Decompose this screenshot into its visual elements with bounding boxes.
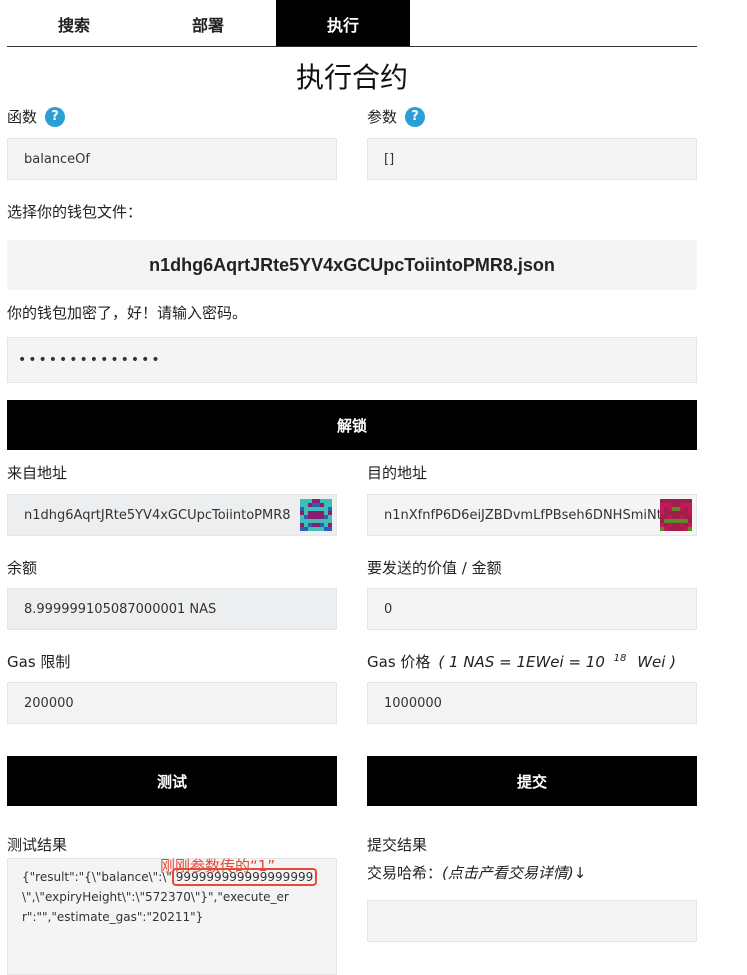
submit-button[interactable]: 提交 [367,756,697,806]
gas-limit-label: Gas 限制 [7,653,71,671]
gas-price-input[interactable]: 1000000 [367,682,697,724]
gas-price-hint: ( 1 NAS = 1EWei = 10 18 Wei ) [438,653,676,671]
to-identicon [660,499,692,531]
tx-hash-label: 交易哈希： [367,864,443,882]
help-icon[interactable]: ? [405,106,426,127]
to-address-input[interactable]: n1nXfnfP6D6eiJZBDvmLfPBseh6DNHSmiNt [367,494,697,536]
wallet-encrypted-message: 你的钱包加密了，好！请输入密码。 [7,304,248,322]
params-label-text: 参数 [367,108,398,126]
gas-limit-input[interactable]: 200000 [7,682,337,724]
test-button[interactable]: 测试 [7,756,337,806]
amount-label: 要发送的价值 / 金额 [367,559,502,577]
tx-hash-output [367,900,697,942]
tx-hash-link[interactable]: (点击产看交易详情)↓ [442,862,586,883]
tab-deploy[interactable]: 部署 [141,0,275,47]
gas-price-label: Gas 价格 ( 1 NAS = 1EWei = 10 18 Wei ) [367,651,676,672]
gas-price-hint-exp: 18 [613,652,627,664]
submit-result-label: 提交结果 [367,836,428,854]
test-result-label: 测试结果 [7,836,68,854]
test-result-text-after: \",\"expiryHeight\":\"572370\"}","execut… [22,890,289,924]
to-address-label: 目的地址 [367,464,428,482]
tab-execute[interactable]: 执行 [276,0,410,47]
unlock-button[interactable]: 解锁 [7,400,697,450]
help-icon[interactable]: ? [45,106,66,127]
wallet-file-button[interactable]: n1dhg6AqrtJRte5YV4xGCUpcToiintoPMR8.json [7,240,697,290]
select-wallet-label: 选择你的钱包文件： [7,203,143,221]
balance-label: 余额 [7,559,38,577]
function-label-text: 函数 [7,108,38,126]
gas-price-label-text: Gas 价格 [367,653,431,671]
from-address-label: 来自地址 [7,464,68,482]
params-label: 参数 ? [367,106,426,127]
balance-field: 8.999999105087000001 NAS [7,588,337,630]
from-address-field: n1dhg6AqrtJRte5YV4xGCUpcToiintoPMR8 [7,494,337,536]
gas-price-hint-prefix: ( 1 NAS = 1EWei = 10 [438,652,605,671]
password-input[interactable]: •••••••••••••• [7,337,697,383]
function-label: 函数 ? [7,106,66,127]
params-input[interactable]: [] [367,138,697,180]
function-input[interactable]: balanceOf [7,138,337,180]
tab-divider [7,46,697,47]
annotation-label: 刚刚参数传的“1” [160,857,276,875]
from-identicon [300,499,332,531]
tab-search[interactable]: 搜索 [7,0,141,47]
test-result-text-before: {"result":"{\"balance\":\" [22,870,172,884]
tx-hash-row: 交易哈希： (点击产看交易详情)↓ [367,862,586,883]
amount-input[interactable]: 0 [367,588,697,630]
to-address-value: n1nXfnfP6D6eiJZBDvmLfPBseh6DNHSmiNt [384,507,662,523]
page-title: 执行合约 [295,61,408,94]
gas-price-hint-suffix: Wei ) [637,652,677,671]
identicon-cell [328,527,332,531]
identicon-cell [688,527,692,531]
from-address-value: n1dhg6AqrtJRte5YV4xGCUpcToiintoPMR8 [24,507,291,523]
